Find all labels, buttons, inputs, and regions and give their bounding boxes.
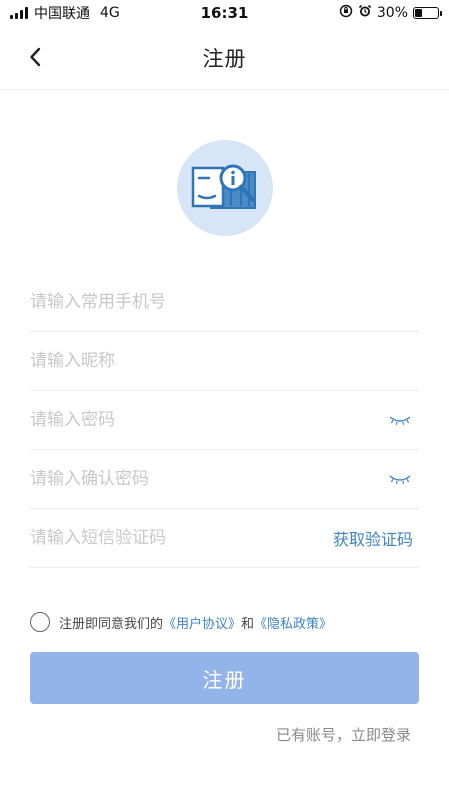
battery-percent: 30% bbox=[376, 5, 408, 21]
eye-closed-icon bbox=[389, 416, 411, 425]
login-link[interactable]: 已有账号，立即登录 bbox=[276, 724, 411, 745]
carrier-label: 中国联通 bbox=[34, 6, 90, 22]
password-input[interactable] bbox=[30, 391, 385, 449]
page-title: 注册 bbox=[202, 46, 247, 71]
phone-row bbox=[30, 273, 419, 332]
status-right: 30% bbox=[339, 4, 442, 22]
register-button[interactable]: 注册 bbox=[30, 652, 419, 704]
signal-icon bbox=[10, 7, 28, 19]
privacy-policy-link[interactable]: 《隐私政策》 bbox=[254, 613, 332, 632]
register-form: 获取验证码 bbox=[30, 273, 419, 568]
password-visibility-toggle[interactable] bbox=[385, 410, 415, 430]
status-bar: 中国联通 4G 16:31 30% bbox=[0, 0, 449, 26]
chevron-left-icon bbox=[30, 47, 41, 67]
eye-closed-icon bbox=[389, 475, 411, 484]
get-code-button[interactable]: 获取验证码 bbox=[333, 526, 413, 550]
rotation-lock-icon bbox=[339, 4, 353, 22]
agreement-row: 注册即同意我们的 《用户协议》 和 《隐私政策》 bbox=[30, 612, 332, 632]
app-logo bbox=[177, 140, 273, 236]
back-button[interactable] bbox=[20, 42, 50, 72]
sms-code-row: 获取验证码 bbox=[30, 509, 419, 568]
battery-icon bbox=[413, 7, 442, 19]
nav-bar: 注册 bbox=[0, 26, 449, 90]
agreement-prefix: 注册即同意我们的 bbox=[59, 616, 164, 632]
nickname-input[interactable] bbox=[30, 332, 419, 390]
phone-input[interactable] bbox=[30, 273, 419, 331]
nickname-row bbox=[30, 332, 419, 391]
confirm-password-row bbox=[30, 450, 419, 509]
info-magnifier-icon bbox=[191, 164, 256, 209]
password-row bbox=[30, 391, 419, 450]
user-agreement-link[interactable]: 《用户协议》 bbox=[163, 613, 241, 632]
battery-fill bbox=[415, 9, 422, 17]
agreement-checkbox[interactable] bbox=[30, 612, 50, 632]
confirm-password-visibility-toggle[interactable] bbox=[385, 469, 415, 489]
sms-code-input[interactable] bbox=[30, 509, 333, 567]
network-label: 4G bbox=[100, 5, 120, 21]
alarm-icon bbox=[358, 4, 372, 22]
confirm-password-input[interactable] bbox=[30, 450, 385, 508]
agreement-connector: 和 bbox=[241, 616, 255, 632]
status-left: 中国联通 4G bbox=[10, 3, 120, 23]
